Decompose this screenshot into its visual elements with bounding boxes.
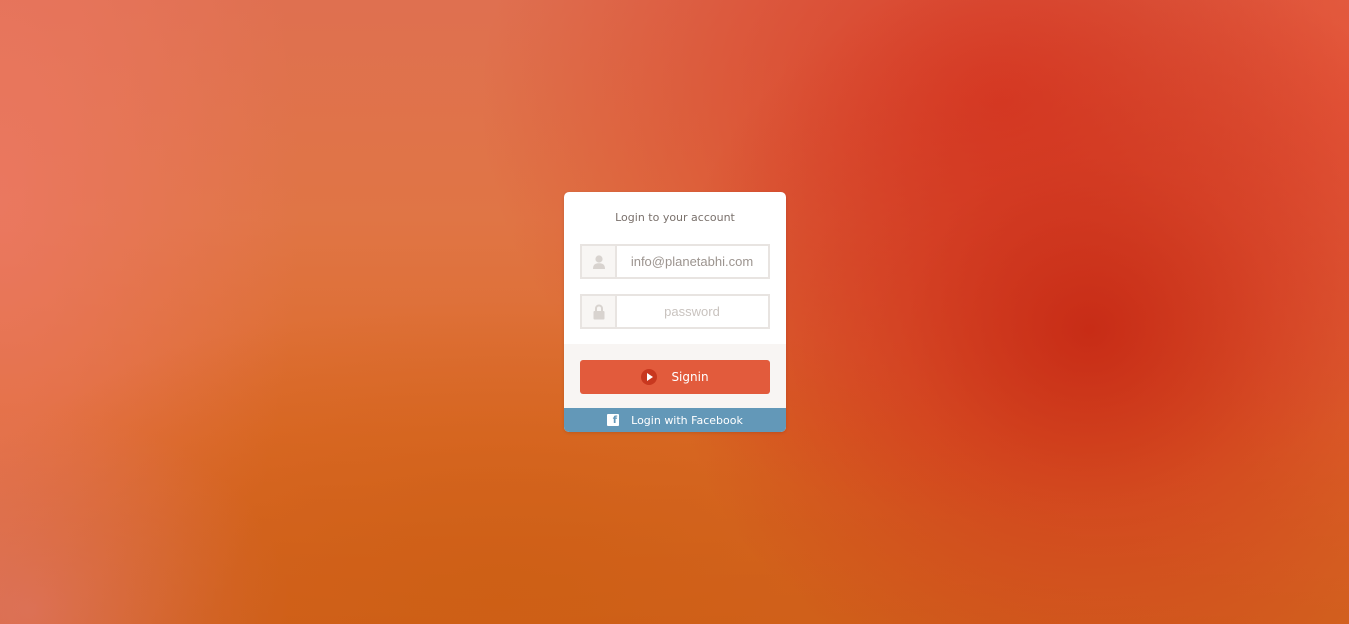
login-card: Login to your account Signin f Login wit… bbox=[564, 192, 786, 432]
signin-label: Signin bbox=[671, 370, 709, 384]
signin-button[interactable]: Signin bbox=[580, 360, 770, 394]
user-icon bbox=[582, 246, 617, 277]
email-input[interactable] bbox=[617, 246, 767, 277]
play-icon bbox=[641, 369, 658, 385]
password-input[interactable] bbox=[617, 296, 767, 327]
email-field[interactable] bbox=[580, 244, 770, 279]
facebook-login-button[interactable]: f Login with Facebook bbox=[564, 408, 786, 432]
facebook-icon: f bbox=[607, 414, 620, 426]
lock-icon bbox=[582, 296, 617, 327]
actions-panel: Signin bbox=[564, 344, 786, 408]
facebook-login-label: Login with Facebook bbox=[631, 413, 743, 427]
password-field[interactable] bbox=[580, 294, 770, 329]
login-title: Login to your account bbox=[615, 211, 735, 224]
